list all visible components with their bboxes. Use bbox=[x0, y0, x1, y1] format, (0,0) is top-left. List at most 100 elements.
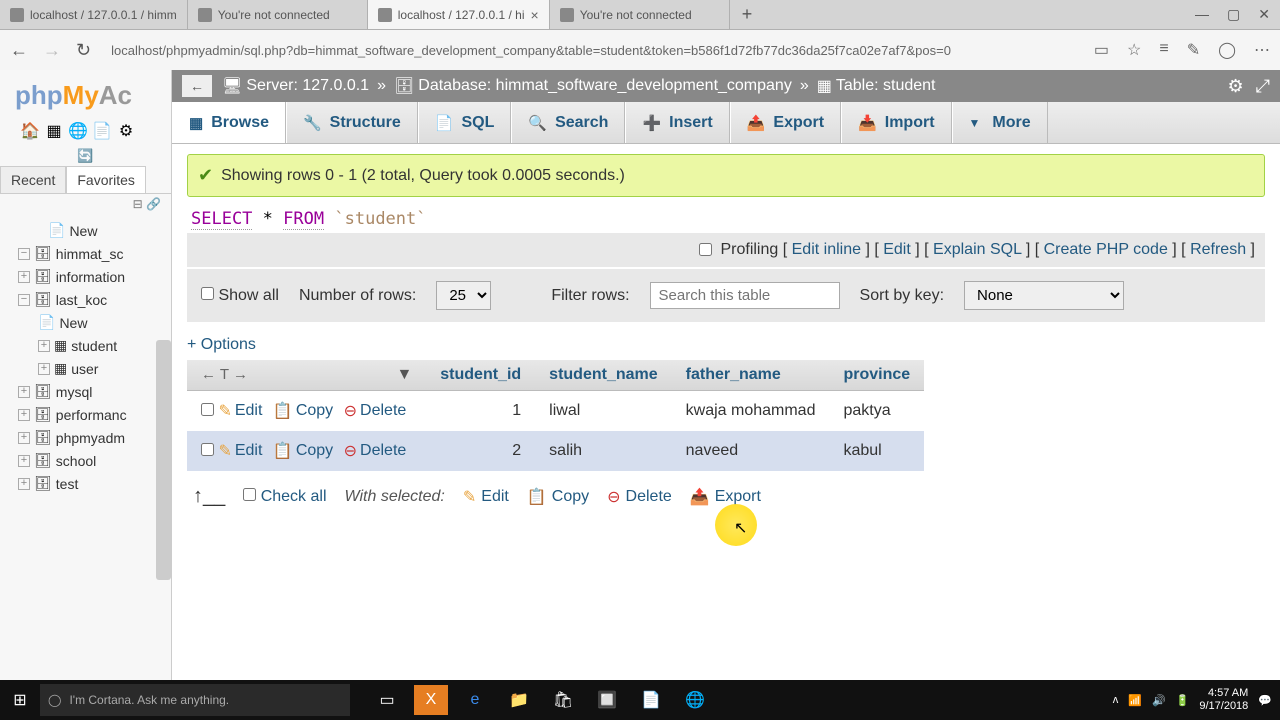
reading-icon[interactable]: ▭ bbox=[1094, 40, 1109, 60]
edge-icon[interactable]: e bbox=[458, 685, 492, 715]
delete-row-link[interactable]: ⊖Delete bbox=[344, 441, 407, 461]
tab-import[interactable]: 📥Import bbox=[841, 102, 951, 143]
browser-tab[interactable]: localhost / 127.0.0.1 / hi× bbox=[368, 0, 550, 29]
docs-icon[interactable]: 📄 bbox=[92, 121, 112, 141]
settings-icon[interactable]: ⚙ bbox=[1227, 76, 1243, 97]
profiling-checkbox[interactable] bbox=[699, 243, 712, 256]
url-field[interactable]: localhost/phpmyadmin/sql.php?db=himmat_s… bbox=[106, 38, 1079, 63]
tree-new[interactable]: 📄 New bbox=[8, 219, 171, 242]
tree-db[interactable]: − 🗄 himmat_sc bbox=[8, 242, 171, 265]
check-all-label[interactable]: Check all bbox=[243, 488, 326, 506]
favorites-tab[interactable]: Favorites bbox=[66, 166, 146, 193]
cortana-search[interactable]: ◯ I'm Cortana. Ask me anything. bbox=[40, 684, 350, 716]
col-header[interactable]: province bbox=[829, 360, 924, 391]
tray-up-icon[interactable]: ʌ bbox=[1113, 694, 1119, 706]
battery-icon[interactable]: 🔋 bbox=[1176, 694, 1190, 707]
breadcrumb-database[interactable]: Database: himmat_software_development_co… bbox=[418, 77, 792, 95]
more-icon[interactable]: ⋯ bbox=[1254, 40, 1270, 60]
close-window-button[interactable]: ✕ bbox=[1258, 6, 1270, 23]
forward-button[interactable]: → bbox=[43, 40, 61, 61]
clock[interactable]: 4:57 AM 9/17/2018 bbox=[1199, 687, 1248, 713]
row-checkbox[interactable] bbox=[201, 443, 214, 456]
sql-icon[interactable]: ▦ bbox=[44, 121, 64, 141]
edit-link[interactable]: Edit bbox=[883, 241, 911, 258]
link-icon[interactable]: 🔗 bbox=[146, 197, 161, 211]
check-all-checkbox[interactable] bbox=[243, 488, 256, 501]
delete-row-link[interactable]: ⊖Delete bbox=[344, 401, 407, 421]
tree-db[interactable]: + 🗄 mysql bbox=[8, 380, 171, 403]
tree-table[interactable]: + ▦ user bbox=[8, 357, 171, 380]
explorer-icon[interactable]: 📁 bbox=[502, 685, 536, 715]
back-button[interactable]: ← bbox=[10, 40, 28, 61]
volume-icon[interactable]: 🔊 bbox=[1152, 694, 1166, 707]
tree-db[interactable]: − 🗄 last_koc bbox=[8, 288, 171, 311]
breadcrumb-table[interactable]: Table: student bbox=[836, 77, 936, 95]
tab-browse[interactable]: ▦Browse bbox=[172, 102, 286, 143]
reload-icon[interactable]: 🔄 bbox=[77, 148, 93, 163]
show-all-label[interactable]: Show all bbox=[201, 287, 279, 305]
settings-icon[interactable]: ⚙ bbox=[116, 121, 136, 141]
browser-tab[interactable]: You're not connected bbox=[550, 0, 730, 29]
tree-db[interactable]: + 🗄 performanc bbox=[8, 403, 171, 426]
breadcrumb-server[interactable]: Server: 127.0.0.1 bbox=[246, 77, 369, 95]
app-icon[interactable]: 🔲 bbox=[590, 685, 624, 715]
refresh-button[interactable]: ↻ bbox=[76, 40, 91, 61]
minimize-button[interactable]: — bbox=[1195, 6, 1209, 23]
favorite-icon[interactable]: ☆ bbox=[1127, 40, 1141, 60]
xampp-icon[interactable]: X bbox=[414, 685, 448, 715]
check-all-link[interactable]: Check all bbox=[261, 488, 327, 506]
tab-export[interactable]: 📤Export bbox=[730, 102, 841, 143]
hub-icon[interactable]: ≡ bbox=[1159, 40, 1168, 60]
tab-sql[interactable]: 📄SQL bbox=[418, 102, 512, 143]
tree-db[interactable]: + 🗄 test bbox=[8, 472, 171, 495]
recent-tab[interactable]: Recent bbox=[0, 166, 66, 193]
show-all-checkbox[interactable] bbox=[201, 287, 214, 300]
edit-inline-link[interactable]: Edit inline bbox=[792, 241, 861, 258]
notifications-icon[interactable]: 💬 bbox=[1258, 694, 1272, 707]
taskview-icon[interactable]: ▭ bbox=[370, 685, 404, 715]
edit-row-link[interactable]: ✎Edit bbox=[218, 441, 262, 461]
explain-link[interactable]: Explain SQL bbox=[933, 241, 1021, 258]
maximize-button[interactable]: ▢ bbox=[1227, 6, 1240, 23]
collapse-icon[interactable]: ⤢ bbox=[1256, 76, 1270, 97]
share-icon[interactable]: ◯ bbox=[1218, 40, 1236, 60]
browser-tab[interactable]: You're not connected bbox=[188, 0, 368, 29]
bulk-export-link[interactable]: 📤Export bbox=[690, 487, 761, 507]
edit-row-link[interactable]: ✎Edit bbox=[218, 401, 262, 421]
store-icon[interactable]: 🛍 bbox=[546, 685, 580, 715]
create-php-link[interactable]: Create PHP code bbox=[1044, 241, 1168, 258]
chrome-icon[interactable]: 🌐 bbox=[678, 685, 712, 715]
bulk-copy-link[interactable]: 📋Copy bbox=[527, 487, 589, 507]
num-rows-select[interactable]: 25 bbox=[436, 281, 491, 310]
col-header[interactable]: student_id bbox=[426, 360, 535, 391]
tree-table[interactable]: + ▦ student bbox=[8, 334, 171, 357]
filter-input[interactable] bbox=[650, 282, 840, 309]
home-icon[interactable]: 🏠 bbox=[20, 121, 40, 141]
collapse-icon[interactable]: ⊟ bbox=[133, 197, 143, 211]
row-checkbox[interactable] bbox=[201, 403, 214, 416]
notes-icon[interactable]: ✎ bbox=[1187, 40, 1200, 60]
copy-row-link[interactable]: 📋Copy bbox=[273, 441, 333, 461]
tab-insert[interactable]: ➕Insert bbox=[625, 102, 729, 143]
word-icon[interactable]: 📄 bbox=[634, 685, 668, 715]
bulk-delete-link[interactable]: ⊖Delete bbox=[607, 487, 672, 507]
sort-select[interactable]: None bbox=[964, 281, 1124, 310]
tree-db[interactable]: + 🗄 school bbox=[8, 449, 171, 472]
col-header[interactable]: student_name bbox=[535, 360, 671, 391]
nav-back-icon[interactable]: ← bbox=[182, 75, 212, 97]
close-icon[interactable]: × bbox=[531, 7, 539, 23]
tab-search[interactable]: 🔍Search bbox=[511, 102, 625, 143]
status-icon[interactable]: 🌐 bbox=[68, 121, 88, 141]
refresh-link[interactable]: Refresh bbox=[1190, 241, 1246, 258]
copy-row-link[interactable]: 📋Copy bbox=[273, 401, 333, 421]
new-tab-button[interactable]: + bbox=[730, 4, 765, 25]
scrollbar[interactable] bbox=[156, 340, 171, 580]
start-button[interactable]: ⊞ bbox=[0, 690, 40, 710]
browser-tab[interactable]: localhost / 127.0.0.1 / himm bbox=[0, 0, 188, 29]
options-link[interactable]: + Options bbox=[187, 336, 256, 353]
network-icon[interactable]: 📶 bbox=[1128, 694, 1142, 707]
tree-db[interactable]: + 🗄 phpmyadm bbox=[8, 426, 171, 449]
col-header[interactable]: father_name bbox=[672, 360, 830, 391]
tab-more[interactable]: ▼More bbox=[952, 102, 1048, 143]
tab-structure[interactable]: 🔧Structure bbox=[286, 102, 418, 143]
